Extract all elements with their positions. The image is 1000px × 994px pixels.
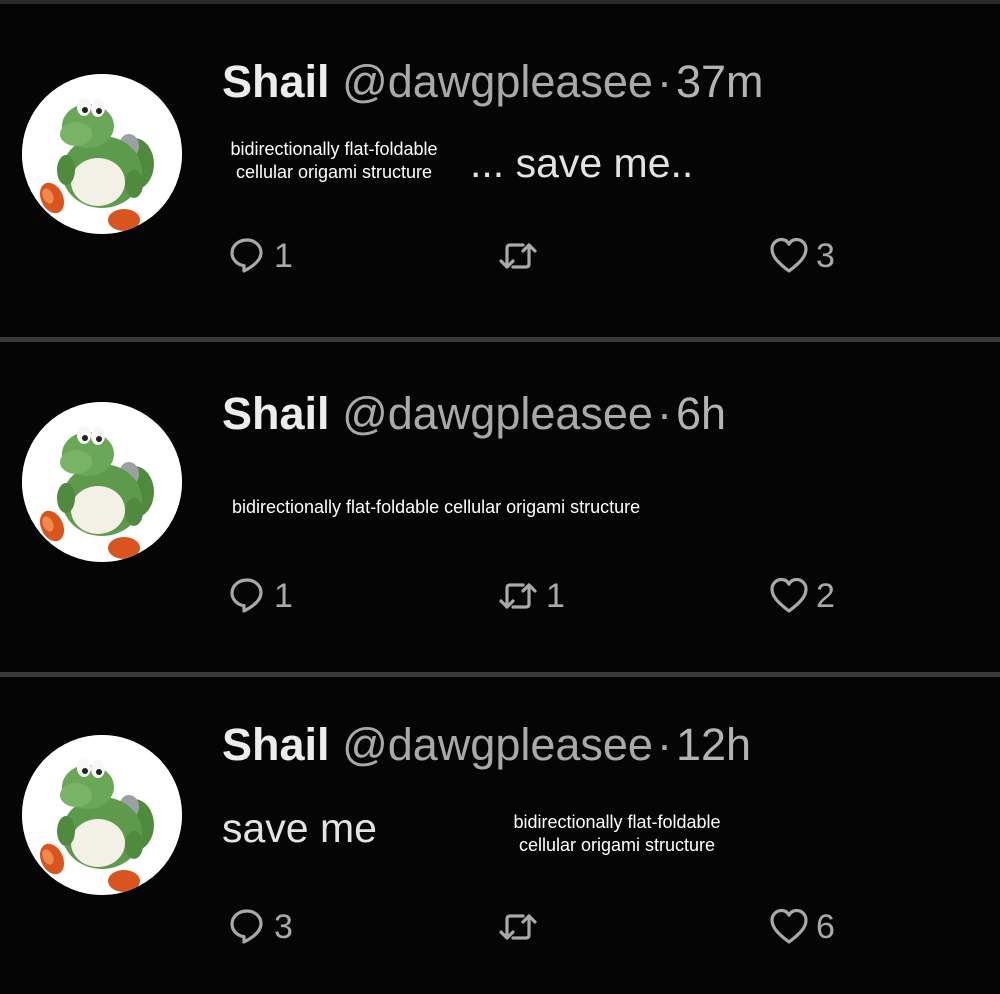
timestamp[interactable]: 37m [676, 56, 764, 107]
reply-button[interactable]: 1 [228, 236, 293, 276]
avatar[interactable] [22, 74, 182, 234]
tweet-header: Shail @dawgpleasee·12h [222, 719, 751, 771]
author-handle[interactable]: @dawgpleasee [342, 56, 653, 107]
separator-dot: · [656, 56, 672, 107]
caption-line-1: bidirectionally flat-foldable [230, 139, 438, 159]
author-name[interactable]: Shail [222, 388, 330, 439]
retweet-button[interactable]: 1 [496, 576, 565, 616]
retweet-arrows-icon [499, 243, 537, 269]
timestamp[interactable]: 12h [676, 719, 751, 770]
tweet-2[interactable]: Shail @dawgpleasee·6h bidirectionally fl… [0, 342, 1000, 672]
avatar-image [22, 402, 182, 562]
tweet-3[interactable]: Shail @dawgpleasee·12h save me bidirecti… [0, 677, 1000, 994]
tweet-text: save me [222, 805, 377, 851]
avatar[interactable] [22, 402, 182, 562]
caption-line-2: cellular origami structure [518, 835, 716, 855]
tweet-header: Shail @dawgpleasee·37m [222, 56, 764, 108]
reply-bubble-icon [230, 238, 263, 273]
retweet-count: 1 [546, 577, 565, 615]
heart-icon [770, 577, 808, 613]
reply-count: 1 [274, 577, 293, 615]
separator-dot: · [656, 719, 672, 770]
tweet-text: ... save me.. [470, 140, 694, 186]
author-name[interactable]: Shail [222, 56, 330, 107]
like-count: 3 [816, 237, 835, 275]
author-handle[interactable]: @dawgpleasee [342, 388, 653, 439]
caption-line-1: bidirectionally flat-foldable [513, 812, 721, 832]
like-button[interactable]: 3 [768, 236, 835, 276]
caption-overlay: bidirectionally flat-foldable cellular o… [232, 497, 641, 517]
author-name[interactable]: Shail [222, 719, 330, 770]
author-handle[interactable]: @dawgpleasee [342, 719, 653, 770]
reply-bubble-icon [230, 909, 263, 944]
timestamp[interactable]: 6h [676, 388, 726, 439]
tweet-1[interactable]: Shail @dawgpleasee·37m bidirectionally f… [0, 4, 1000, 337]
avatar[interactable] [22, 735, 182, 895]
tweet-header: Shail @dawgpleasee·6h [222, 388, 726, 440]
reply-button[interactable]: 1 [228, 576, 293, 616]
heart-icon [770, 908, 808, 944]
retweet-arrows-icon [499, 914, 537, 940]
like-button[interactable]: 2 [768, 576, 835, 616]
retweet-button[interactable] [496, 907, 546, 947]
avatar-image [22, 735, 182, 895]
reply-button[interactable]: 3 [228, 907, 293, 947]
caption-line-2: cellular origami structure [235, 162, 433, 182]
caption-overlay: bidirectionally flat-foldable cellular o… [208, 138, 460, 184]
retweet-arrows-icon [499, 583, 537, 609]
reply-count: 1 [274, 237, 293, 275]
like-count: 2 [816, 577, 835, 615]
caption-overlay: bidirectionally flat-foldable cellular o… [488, 811, 746, 857]
like-count: 6 [816, 908, 835, 946]
reply-count: 3 [274, 908, 293, 946]
retweet-button[interactable] [496, 236, 546, 276]
separator-dot: · [656, 388, 672, 439]
reply-bubble-icon [230, 578, 263, 613]
avatar-image [22, 74, 182, 234]
like-button[interactable]: 6 [768, 907, 835, 947]
heart-icon [770, 237, 808, 273]
